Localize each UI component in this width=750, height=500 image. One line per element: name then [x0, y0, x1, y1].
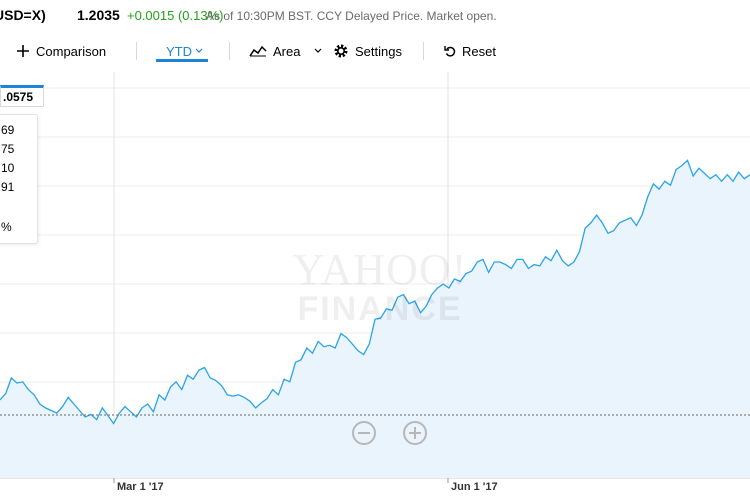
tooltip-panel: 69 75 10 91 % [0, 114, 38, 244]
tooltip-line: 91 [1, 180, 15, 194]
zoom-out-button[interactable] [352, 421, 376, 445]
zoom-in-button[interactable] [403, 421, 427, 445]
x-tick-label: Jun 1 '17 [451, 481, 498, 493]
watermark: YAHOO! FINANCE [270, 245, 490, 328]
tooltip-line: % [1, 220, 12, 234]
watermark-subtitle: FINANCE [297, 290, 463, 328]
tooltip-line: 75 [1, 142, 15, 156]
crosshair-price-tag: .0575 [0, 85, 44, 107]
watermark-logo-text: YAHOO! [292, 245, 468, 294]
tooltip-line: 69 [1, 123, 15, 137]
tooltip-line: 10 [1, 161, 15, 175]
x-tick-label: Mar 1 '17 [117, 481, 164, 493]
